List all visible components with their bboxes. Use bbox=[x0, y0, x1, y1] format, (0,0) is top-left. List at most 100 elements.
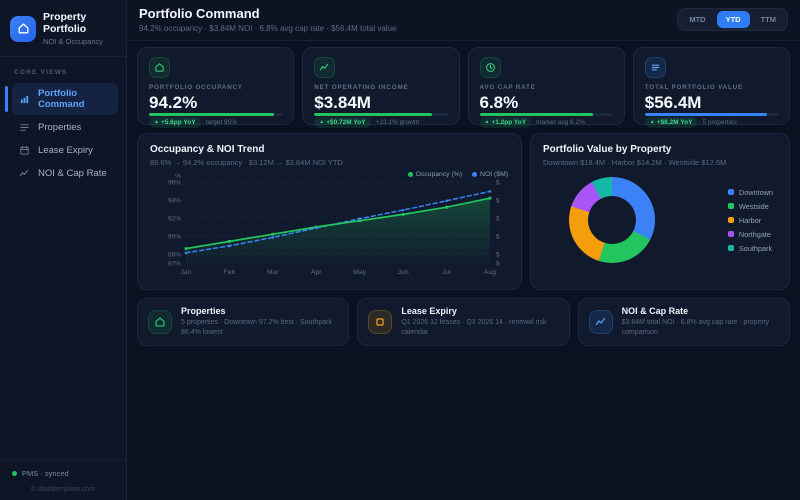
kpi-progress-fill bbox=[314, 113, 432, 116]
home-logo-icon bbox=[10, 15, 36, 42]
sidebar: Property Portfolio NOI & Occupancy CORE … bbox=[0, 0, 127, 500]
legend-swatch bbox=[727, 245, 734, 251]
sidebar-item-label: NOI & Cap Rate bbox=[38, 168, 107, 179]
svg-text:$: $ bbox=[496, 251, 500, 258]
arrow-up-icon: ▲ bbox=[319, 119, 325, 125]
trend-icon bbox=[19, 168, 30, 179]
shortcut-title: NOI & Cap Rate bbox=[621, 306, 689, 317]
legend-swatch bbox=[727, 217, 734, 223]
donut-chart-area: Downtown Westside Harbor Northgate Southpark bbox=[543, 177, 777, 263]
svg-text:96%: 96% bbox=[168, 179, 181, 186]
donut-legend: Downtown Westside Harbor Northgate Southpark bbox=[727, 188, 773, 253]
legend-label: Harbor bbox=[738, 215, 762, 225]
page-title: Portfolio Command bbox=[139, 6, 260, 21]
donut-chart bbox=[569, 177, 655, 263]
sidebar-item-label: Lease Expiry bbox=[38, 145, 93, 156]
kpi-badge-text: +$0.72M YoY bbox=[326, 119, 366, 126]
charts-row: Occupancy & NOI Trend 88.6% → 94.2% occu… bbox=[137, 133, 790, 290]
svg-text:May: May bbox=[353, 269, 366, 276]
svg-text:Jan: Jan bbox=[181, 269, 192, 276]
svg-text:Apr: Apr bbox=[311, 269, 322, 276]
kpi-progress-track bbox=[479, 113, 613, 116]
sidebar-footer: PMS · synced © dashtemplate.com bbox=[0, 460, 126, 500]
range-button-mtd[interactable]: MTD bbox=[680, 11, 714, 28]
kpi-card-avg-cap-rate: AVG CAP RATE 6.8% ▲ +1.2pp YoY market avg 6.… bbox=[467, 47, 625, 128]
kpi-value: $3.84M bbox=[314, 93, 371, 112]
donut-chart-subtitle: Downtown $18.4M · Harbor $14.2M · Westsi… bbox=[543, 158, 727, 167]
legend-swatch bbox=[727, 203, 734, 209]
svg-text:Jul: Jul bbox=[442, 269, 451, 276]
sidebar-nav: Portfolio Command Properties Lease Expiry N… bbox=[0, 83, 126, 184]
home-icon bbox=[149, 57, 170, 78]
svg-text:88%: 88% bbox=[168, 251, 181, 258]
bar-chart-icon bbox=[19, 94, 30, 105]
kpi-note: 5 properties bbox=[702, 119, 737, 126]
sidebar-item-lease-expiry[interactable]: Lease Expiry bbox=[12, 140, 118, 161]
kpi-progress-fill bbox=[479, 113, 593, 116]
clock-icon bbox=[479, 57, 501, 78]
kpi-yoy-badge: ▲ +1.2pp YoY bbox=[479, 117, 532, 128]
sidebar-item-label: Portfolio Command bbox=[38, 88, 85, 110]
kpi-card-portfolio-occupancy: PORTFOLIO OCCUPANCY 94.2% ▲ +5.6pp YoY targe… bbox=[137, 47, 295, 128]
kpi-progress-track bbox=[149, 113, 283, 116]
portfolio-value-donut-card: Portfolio Value by Property Downtown $18… bbox=[530, 133, 790, 290]
shortcut-card-lease-expiry[interactable]: Lease Expiry Q1 2026 12 leases · Q3 2026 … bbox=[357, 298, 570, 346]
range-button-ytd[interactable]: YTD bbox=[716, 11, 750, 28]
donut-legend-item-northgate: Northgate bbox=[727, 229, 773, 239]
svg-text:94%: 94% bbox=[168, 197, 181, 204]
kpi-badge-text: +1.2pp YoY bbox=[491, 119, 527, 126]
shortcut-title: Lease Expiry bbox=[401, 306, 457, 317]
sync-status-label: PMS · synced bbox=[22, 469, 69, 478]
range-button-ttm[interactable]: TTM bbox=[752, 11, 785, 28]
sidebar-item-properties[interactable]: Properties bbox=[12, 117, 118, 138]
svg-text:Aug: Aug bbox=[484, 269, 496, 276]
arrow-up-icon: ▲ bbox=[154, 119, 159, 125]
svg-text:Feb: Feb bbox=[224, 269, 236, 276]
page-subtitle: 94.2% occupancy · $3.84M NOI · 6.8% avg … bbox=[139, 24, 397, 33]
shortcut-card-properties[interactable]: Properties 5 properties · Downtown 97.2% … bbox=[137, 298, 350, 346]
svg-text:$: $ bbox=[496, 215, 500, 222]
donut-chart-title: Portfolio Value by Property bbox=[543, 144, 672, 155]
trend-icon bbox=[314, 57, 336, 78]
sidebar-item-portfolio-command[interactable]: Portfolio Command bbox=[5, 83, 118, 115]
time-range-selector: MTD YTD TTM bbox=[677, 8, 788, 31]
app-logo-block: Property Portfolio NOI & Occupancy bbox=[0, 0, 126, 57]
square-icon bbox=[368, 310, 393, 334]
main-area: Portfolio Command 94.2% occupancy · $3.8… bbox=[127, 0, 800, 500]
trend-chart-subtitle: 88.6% → 94.2% occupancy · $3.12M → $3.84… bbox=[150, 158, 343, 167]
trend-chart-title: Occupancy & NOI Trend bbox=[150, 144, 265, 155]
kpi-row: PORTFOLIO OCCUPANCY 94.2% ▲ +5.6pp YoY targe… bbox=[137, 47, 790, 128]
legend-dot bbox=[407, 172, 413, 177]
svg-text:87%: 87% bbox=[168, 260, 181, 267]
kpi-value: $56.4M bbox=[644, 93, 702, 112]
svg-text:Jun: Jun bbox=[398, 269, 409, 276]
kpi-progress-track bbox=[314, 113, 448, 116]
donut-legend-item-westside: Westside bbox=[727, 202, 773, 211]
donut-legend-item-southpark: Southpark bbox=[727, 243, 773, 253]
shortcut-card-noi-cap-rate[interactable]: NOI & Cap Rate $3.84M total NOI · 6.8% av… bbox=[577, 298, 790, 346]
copyright-text: © dashtemplate.com bbox=[30, 486, 96, 493]
legend-label: Southpark bbox=[738, 243, 773, 253]
legend-swatch bbox=[727, 231, 734, 237]
donut-legend-item-downtown: Downtown bbox=[727, 188, 773, 197]
trend-line-chart: 96% $94% $92% $90% $88% $87% $% Jan Feb Mar Apr May… bbox=[150, 170, 509, 285]
shortcut-cards-row: Properties 5 properties · Downtown 97.2% … bbox=[137, 298, 790, 346]
svg-text:$: $ bbox=[496, 260, 500, 267]
kpi-progress-track bbox=[644, 113, 778, 116]
arrow-up-icon: ▲ bbox=[484, 119, 490, 125]
arrow-up-icon: ▲ bbox=[649, 119, 655, 125]
donut-legend-item-harbor: Harbor bbox=[727, 215, 773, 225]
calendar-icon bbox=[19, 145, 30, 156]
dashboard-content: PORTFOLIO OCCUPANCY 94.2% ▲ +5.6pp YoY targe… bbox=[127, 41, 800, 500]
kpi-label: PORTFOLIO OCCUPANCY bbox=[149, 84, 243, 91]
donut-hole bbox=[588, 196, 636, 244]
legend-label: Northgate bbox=[738, 229, 771, 239]
kpi-yoy-badge: ▲ +5.6pp YoY bbox=[149, 117, 201, 128]
legend-dot bbox=[472, 172, 478, 177]
svg-text:92%: 92% bbox=[168, 215, 181, 222]
legend-label: NOI ($M) bbox=[480, 171, 508, 178]
sidebar-item-noi-cap-rate[interactable]: NOI & Cap Rate bbox=[12, 163, 118, 184]
page-header: Portfolio Command 94.2% occupancy · $3.8… bbox=[127, 0, 800, 41]
occupancy-noi-trend-card: Occupancy & NOI Trend 88.6% → 94.2% occu… bbox=[137, 133, 522, 290]
kpi-yoy-badge: ▲ +$8.2M YoY bbox=[644, 117, 698, 128]
